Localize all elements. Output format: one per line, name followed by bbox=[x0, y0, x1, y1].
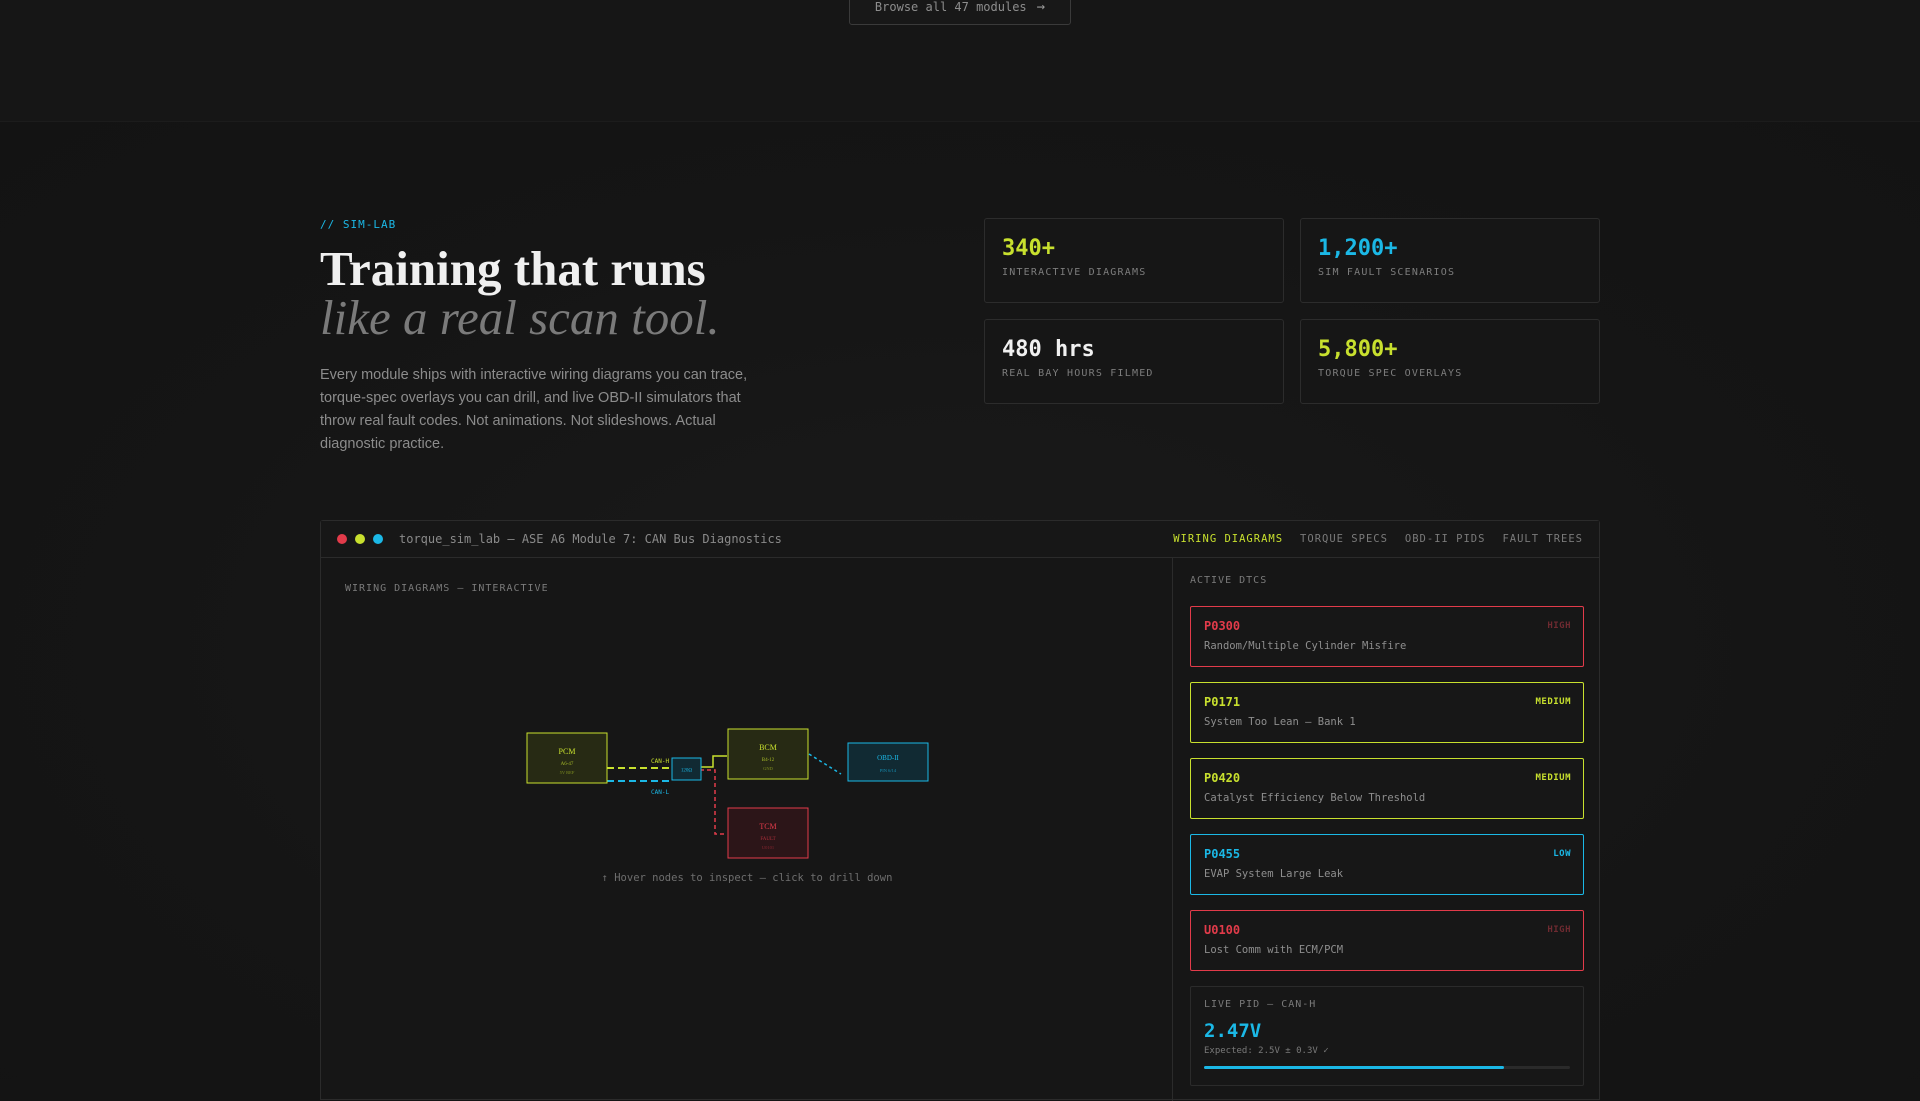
node-bcm-name: BCM bbox=[759, 743, 777, 752]
tab-torque-specs[interactable]: TORQUE SPECS bbox=[1300, 533, 1388, 545]
wire-gw-bcm[interactable] bbox=[701, 755, 727, 768]
intro-paragraph: Every module ships with interactive wiri… bbox=[320, 367, 748, 452]
node-obd[interactable]: OBD-II PIN 6/14 bbox=[847, 742, 929, 782]
pid-label: LIVE PID — CAN-H bbox=[1204, 999, 1317, 1010]
wiring-diagram: CAN-H CAN-L PCM A6-47 5V REF 120Ω BCM B4… bbox=[526, 728, 929, 859]
wire-bcm-obd[interactable] bbox=[808, 753, 842, 775]
node-tcm-sub1: FAULT bbox=[760, 837, 775, 842]
node-tcm[interactable]: TCM FAULT U0101 bbox=[727, 807, 809, 859]
wiring-diagram-pane: WIRING DIAGRAMS — INTERACTIVE CAN-H CAN-… bbox=[321, 558, 1173, 1101]
node-obd-name: OBD-II bbox=[877, 754, 899, 762]
window-tabs: WIRING DIAGRAMS TORQUE SPECS OBD-II PIDS… bbox=[1173, 533, 1583, 545]
dtc-description: Random/Multiple Cylinder Misfire bbox=[1204, 640, 1407, 652]
stat-value: 480 hrs bbox=[1002, 337, 1095, 362]
stat-card-hours: 480 hrs REAL BAY HOURS FILMED bbox=[984, 319, 1284, 404]
live-pid-panel: LIVE PID — CAN-H 2.47V Expected: 2.5V ± … bbox=[1190, 986, 1584, 1086]
node-tcm-name: TCM bbox=[759, 822, 776, 831]
node-terminator-name: 120Ω bbox=[681, 769, 693, 774]
node-bcm-sub1: B4-12 bbox=[762, 758, 775, 763]
window-titlebar: torque_sim_lab — ASE A6 Module 7: CAN Bu… bbox=[321, 521, 1599, 558]
severity-badge: LOW bbox=[1553, 849, 1571, 859]
pid-expected: Expected: 2.5V ± 0.3V ✓ bbox=[1204, 1046, 1329, 1056]
dtc-item-u0100[interactable]: U0100 Lost Comm with ECM/PCM HIGH bbox=[1190, 910, 1584, 971]
stat-label: REAL BAY HOURS FILMED bbox=[1002, 368, 1154, 379]
top-band: Browse all 47 modules → bbox=[0, 0, 1920, 122]
browse-modules-button[interactable]: Browse all 47 modules → bbox=[849, 0, 1071, 25]
dtc-code: P0171 bbox=[1204, 695, 1241, 709]
can-h-label: CAN-H bbox=[651, 758, 669, 765]
severity-badge: HIGH bbox=[1547, 621, 1571, 631]
dtc-pane: ACTIVE DTCS P0300 Random/Multiple Cylind… bbox=[1174, 558, 1600, 1101]
close-dot-icon[interactable] bbox=[337, 534, 347, 544]
dtc-description: System Too Lean — Bank 1 bbox=[1204, 716, 1356, 728]
severity-badge: MEDIUM bbox=[1535, 697, 1571, 707]
stat-card-scenarios: 1,200+ SIM FAULT SCENARIOS bbox=[1300, 218, 1600, 303]
node-terminator[interactable]: 120Ω bbox=[671, 757, 702, 781]
pid-level-bar bbox=[1204, 1066, 1570, 1069]
dtc-code: P0420 bbox=[1204, 771, 1241, 785]
dtc-item-p0171[interactable]: P0171 System Too Lean — Bank 1 MEDIUM bbox=[1190, 682, 1584, 743]
stat-label: SIM FAULT SCENARIOS bbox=[1318, 267, 1456, 278]
node-bcm[interactable]: BCM B4-12 GND bbox=[727, 728, 809, 780]
tab-wiring-diagrams[interactable]: WIRING DIAGRAMS bbox=[1173, 533, 1283, 545]
window-title: torque_sim_lab — ASE A6 Module 7: CAN Bu… bbox=[399, 532, 782, 546]
stat-value: 340+ bbox=[1002, 236, 1055, 261]
can-l-label: CAN-L bbox=[651, 789, 669, 796]
wire-gw-tcm[interactable] bbox=[700, 769, 727, 835]
severity-badge: HIGH bbox=[1547, 925, 1571, 935]
pid-value: 2.47V bbox=[1204, 1020, 1262, 1042]
headline: Training that runs bbox=[320, 241, 706, 296]
severity-badge: MEDIUM bbox=[1535, 773, 1571, 783]
node-tcm-sub2: U0101 bbox=[762, 845, 774, 850]
dtc-description: Lost Comm with ECM/PCM bbox=[1204, 944, 1344, 956]
section-eyebrow: // SIM-LAB bbox=[320, 218, 397, 231]
dtc-description: EVAP System Large Leak bbox=[1204, 868, 1344, 880]
tab-fault-trees[interactable]: FAULT TREES bbox=[1502, 533, 1583, 545]
stat-value: 5,800+ bbox=[1318, 337, 1398, 362]
node-obd-sub1: PIN 6/14 bbox=[880, 768, 897, 773]
maximize-dot-icon[interactable] bbox=[373, 534, 383, 544]
stat-card-diagrams: 340+ INTERACTIVE DIAGRAMS bbox=[984, 218, 1284, 303]
dtc-code: P0455 bbox=[1204, 847, 1241, 861]
headline-italic: like a real scan tool. bbox=[320, 290, 720, 345]
node-pcm-sub1: A6-47 bbox=[561, 762, 574, 767]
stat-value: 1,200+ bbox=[1318, 236, 1398, 261]
node-pcm-sub2: 5V REF bbox=[560, 770, 575, 775]
pid-level-fill bbox=[1204, 1066, 1505, 1069]
dtc-description: Catalyst Efficiency Below Threshold bbox=[1204, 792, 1426, 804]
minimize-dot-icon[interactable] bbox=[355, 534, 365, 544]
node-pcm-name: PCM bbox=[559, 747, 576, 756]
node-bcm-sub2: GND bbox=[763, 766, 773, 771]
dtc-heading: ACTIVE DTCS bbox=[1190, 575, 1268, 586]
dtc-item-p0420[interactable]: P0420 Catalyst Efficiency Below Threshol… bbox=[1190, 758, 1584, 819]
dtc-code: U0100 bbox=[1204, 923, 1241, 937]
sim-lab-window: torque_sim_lab — ASE A6 Module 7: CAN Bu… bbox=[320, 520, 1600, 1101]
tab-obd-pids[interactable]: OBD-II PIDS bbox=[1405, 533, 1486, 545]
browse-modules-label: Browse all 47 modules bbox=[874, 0, 1027, 14]
stat-label: TORQUE SPEC OVERLAYS bbox=[1318, 368, 1463, 379]
diagram-hint: ↑ Hover nodes to inspect — click to dril… bbox=[601, 872, 893, 884]
arrow-right-icon: → bbox=[1036, 0, 1046, 15]
node-pcm[interactable]: PCM A6-47 5V REF bbox=[526, 732, 608, 784]
dtc-code: P0300 bbox=[1204, 619, 1241, 633]
stat-label: INTERACTIVE DIAGRAMS bbox=[1002, 267, 1147, 278]
dtc-item-p0300[interactable]: P0300 Random/Multiple Cylinder Misfire H… bbox=[1190, 606, 1584, 667]
stat-card-torque: 5,800+ TORQUE SPEC OVERLAYS bbox=[1300, 319, 1600, 404]
dtc-item-p0455[interactable]: P0455 EVAP System Large Leak LOW bbox=[1190, 834, 1584, 895]
